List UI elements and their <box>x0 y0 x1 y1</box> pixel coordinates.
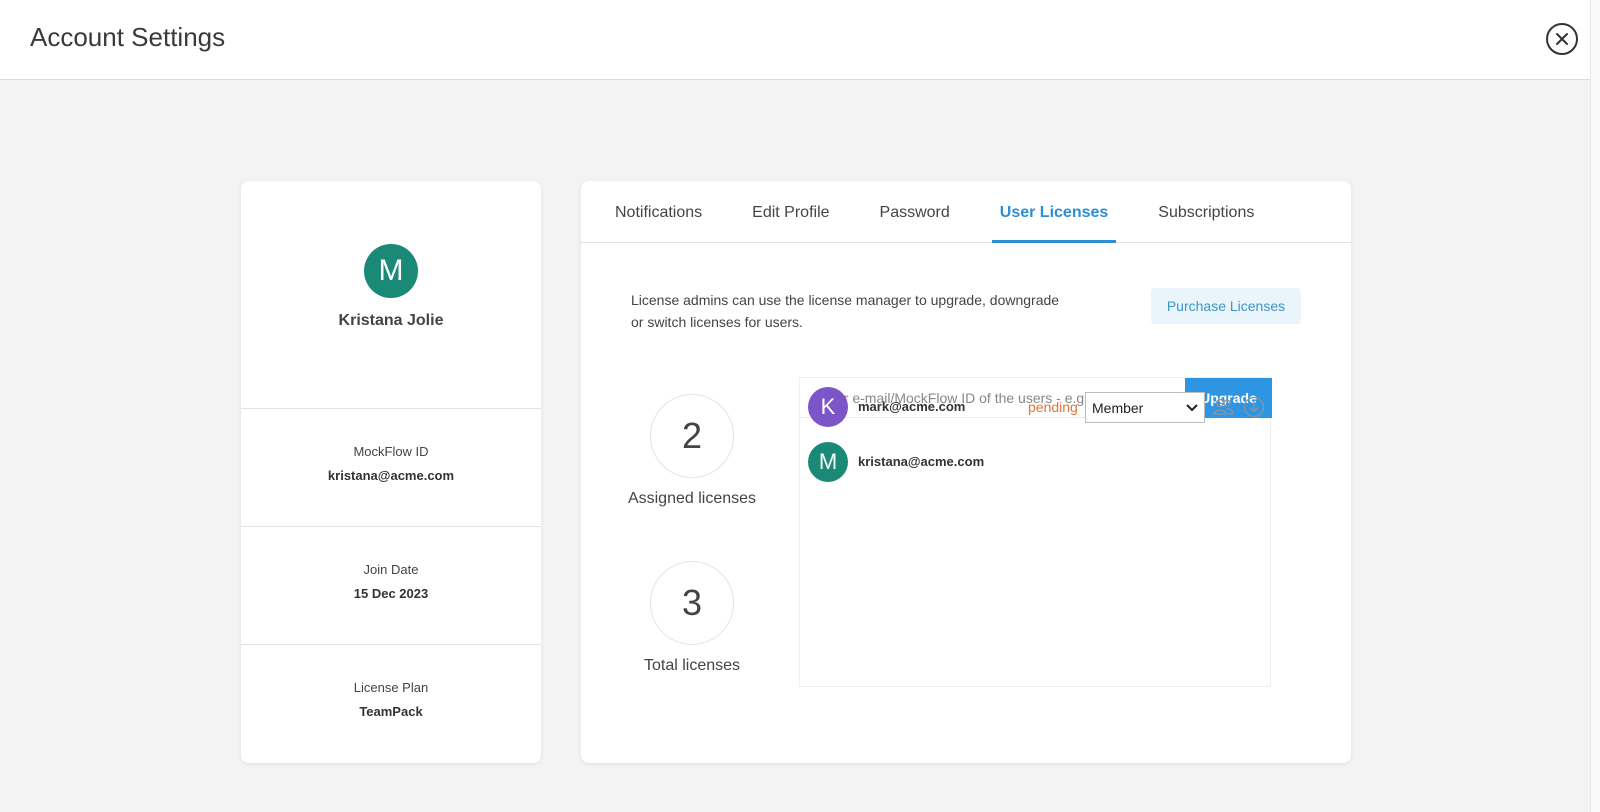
close-button[interactable] <box>1546 23 1578 55</box>
user-email: mark@acme.com <box>858 399 966 414</box>
profile-card: M Kristana Jolie MockFlow ID kristana@ac… <box>241 181 541 763</box>
info-value: kristana@acme.com <box>327 468 455 483</box>
tab-user-licenses[interactable]: User Licenses <box>991 181 1116 243</box>
info-value: 15 Dec 2023 <box>353 586 429 601</box>
tab-notifications[interactable]: Notifications <box>615 181 702 242</box>
page-title: Account Settings <box>30 22 226 52</box>
scrollbar[interactable] <box>1590 0 1600 812</box>
total-licenses-label: Total licenses <box>643 657 741 674</box>
downgrade-icon[interactable] <box>1243 396 1265 418</box>
total-licenses-count: 3 <box>650 561 734 645</box>
close-icon <box>1556 33 1568 45</box>
user-row: M kristana@acme.com <box>808 442 1268 482</box>
pending-status: pending <box>1028 399 1078 415</box>
user-avatar: K <box>808 387 848 427</box>
assigned-licenses-stat: 2 Assigned licenses <box>627 394 757 508</box>
license-plan-block: License Plan TeamPack <box>241 645 541 763</box>
user-avatar: M <box>808 442 848 482</box>
license-user-panel: Upgrade K mark@acme.com pending Member <box>799 377 1272 687</box>
tab-password[interactable]: Password <box>880 181 950 242</box>
tab-edit-profile[interactable]: Edit Profile <box>752 181 829 242</box>
chevron-down-icon <box>1186 403 1198 411</box>
info-value: TeamPack <box>359 704 423 719</box>
user-email: kristana@acme.com <box>858 454 985 469</box>
join-date-block: Join Date 15 Dec 2023 <box>241 527 541 645</box>
profile-name: Kristana Jolie <box>338 312 444 329</box>
total-licenses-stat: 3 Total licenses <box>627 561 757 675</box>
switch-user-icon[interactable] <box>1212 396 1234 418</box>
mockflow-id-block: MockFlow ID kristana@acme.com <box>241 409 541 527</box>
assigned-licenses-label: Assigned licenses <box>627 490 757 507</box>
header-bar: Account Settings <box>0 0 1590 80</box>
profile-summary: M Kristana Jolie <box>241 181 541 409</box>
settings-card: Notifications Edit Profile Password User… <box>581 181 1351 763</box>
purchase-licenses-button[interactable]: Purchase Licenses <box>1151 288 1301 324</box>
info-label: MockFlow ID <box>353 444 429 459</box>
assigned-licenses-count: 2 <box>650 394 734 478</box>
role-dropdown-value: Member <box>1092 399 1144 416</box>
role-dropdown[interactable]: Member <box>1085 392 1205 423</box>
tab-subscriptions[interactable]: Subscriptions <box>1158 181 1254 242</box>
avatar: M <box>364 244 418 298</box>
user-row: K mark@acme.com pending Member <box>808 387 1268 427</box>
license-description: License admins can use the license manag… <box>631 292 1060 330</box>
settings-tabs: Notifications Edit Profile Password User… <box>581 181 1351 243</box>
info-label: Join Date <box>363 562 419 577</box>
info-label: License Plan <box>353 680 429 695</box>
